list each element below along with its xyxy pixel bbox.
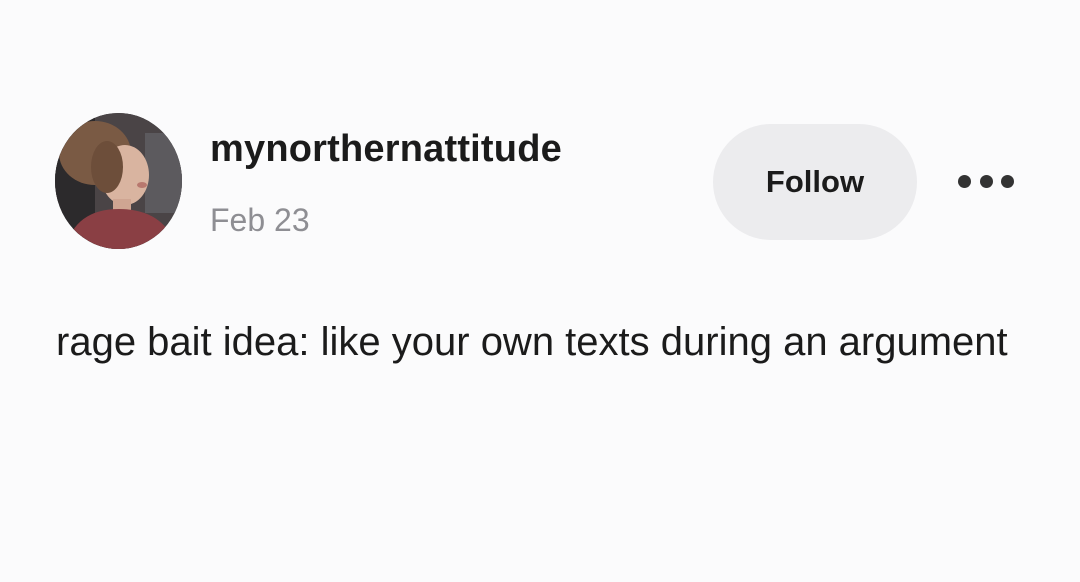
more-dot xyxy=(1001,174,1014,188)
follow-button[interactable]: Follow xyxy=(713,124,917,240)
avatar-photo xyxy=(55,113,182,249)
more-options-icon[interactable] xyxy=(958,168,1014,194)
post-body-text: rage bait idea: like your own texts duri… xyxy=(56,320,1008,364)
more-dot xyxy=(958,174,971,188)
author-username[interactable]: mynorthernattitude xyxy=(210,128,562,171)
author-avatar[interactable] xyxy=(55,113,182,249)
post-card: mynorthernattitude Feb 23 Follow rage ba… xyxy=(0,0,1080,582)
post-date: Feb 23 xyxy=(210,202,310,238)
more-dot xyxy=(979,174,993,188)
